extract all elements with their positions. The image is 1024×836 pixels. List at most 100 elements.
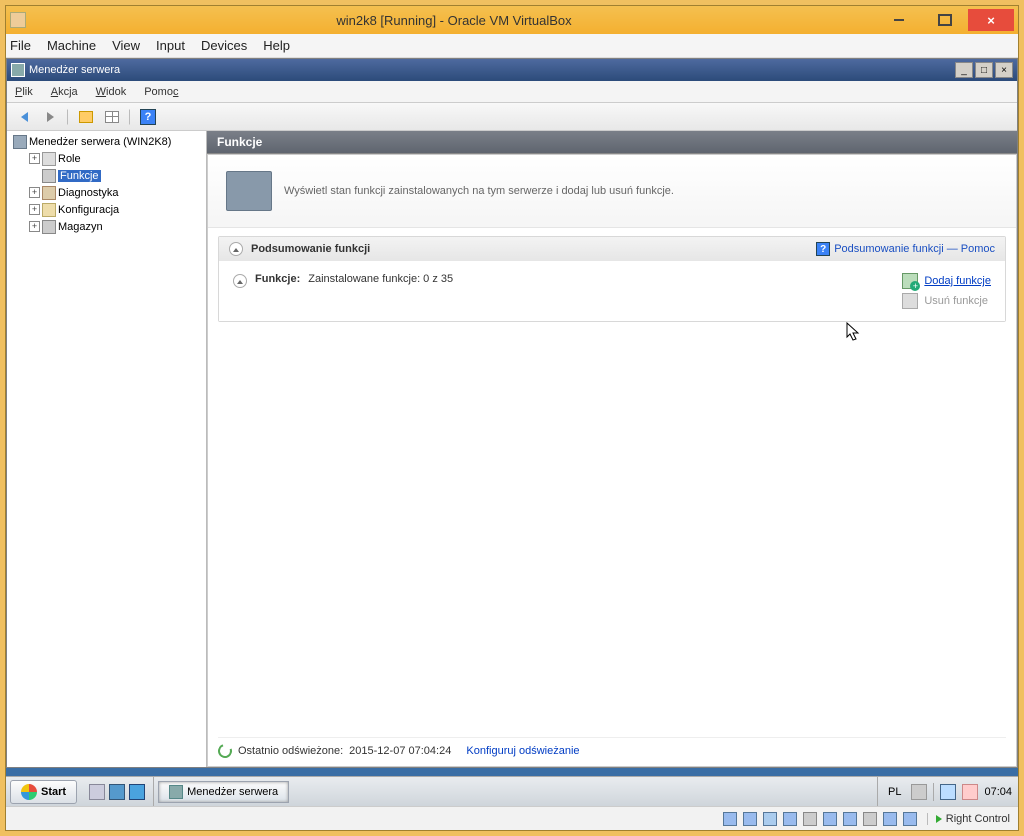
tray-icon[interactable] xyxy=(911,784,927,800)
sm-menu-file[interactable]: Plik xyxy=(15,86,33,98)
toolbar-separator xyxy=(129,109,131,125)
vb-optical-icon[interactable] xyxy=(743,812,757,826)
add-features-link[interactable]: Dodaj funkcje xyxy=(902,273,991,289)
help-icon: ? xyxy=(140,109,156,125)
menu-view[interactable]: View xyxy=(112,38,140,53)
chevron-up-icon[interactable] xyxy=(233,274,247,288)
tray-network-icon[interactable] xyxy=(940,784,956,800)
expand-icon[interactable]: + xyxy=(29,204,40,215)
menu-machine[interactable]: Machine xyxy=(47,38,96,53)
menu-help[interactable]: Help xyxy=(263,38,290,53)
refresh-prefix: Ostatnio odświeżone: xyxy=(238,745,343,757)
close-button[interactable]: × xyxy=(968,9,1014,31)
virtualbox-title: win2k8 [Running] - Oracle VM VirtualBox xyxy=(32,13,876,28)
sm-menu-view[interactable]: Widok xyxy=(96,86,127,98)
nav-forward-button[interactable] xyxy=(39,106,61,128)
vb-recording-icon[interactable] xyxy=(863,812,877,826)
menu-devices[interactable]: Devices xyxy=(201,38,247,53)
add-icon xyxy=(902,273,918,289)
toolbar-help-button[interactable]: ? xyxy=(137,106,159,128)
toolbar-up-button[interactable] xyxy=(75,106,97,128)
vb-usb-icon[interactable] xyxy=(803,812,817,826)
virtualbox-statusbar: Right Control xyxy=(6,806,1018,830)
server-manager-icon xyxy=(11,63,25,77)
server-manager-body: Menedżer serwera (WIN2K8) + Role + Funkc… xyxy=(7,131,1017,767)
features-icon xyxy=(42,169,56,183)
virtualbox-icon xyxy=(10,12,26,28)
tree-item-role[interactable]: + Role xyxy=(11,150,202,167)
sm-menu-action[interactable]: Akcja xyxy=(51,86,78,98)
server-manager-toolbar: ? xyxy=(7,103,1017,131)
tray-volume-icon[interactable] xyxy=(962,784,978,800)
system-tray: PL 07:04 xyxy=(877,777,1018,806)
maximize-button[interactable] xyxy=(922,9,968,31)
sm-minimize-button[interactable]: _ xyxy=(955,62,973,78)
menu-file[interactable]: File xyxy=(10,38,31,53)
tree-root[interactable]: Menedżer serwera (WIN2K8) xyxy=(11,133,202,150)
vb-mouse-icon[interactable] xyxy=(903,812,917,826)
expand-icon[interactable]: + xyxy=(29,221,40,232)
vb-hdd-icon[interactable] xyxy=(723,812,737,826)
configure-refresh-link[interactable]: Konfiguruj odświeżanie xyxy=(466,745,579,757)
features-count-row: Funkcje: Zainstalowane funkcje: 0 z 35 xyxy=(233,273,453,309)
server-icon xyxy=(13,135,27,149)
properties-icon xyxy=(105,111,119,123)
expand-icon[interactable]: + xyxy=(29,153,40,164)
arrow-right-icon xyxy=(47,112,54,122)
features-label: Funkcje: xyxy=(255,273,300,285)
expand-icon[interactable]: + xyxy=(29,187,40,198)
virtualbox-menubar: File Machine View Input Devices Help xyxy=(6,34,1018,58)
content-area: Funkcje Wyświetl stan funkcji zainstalow… xyxy=(207,131,1017,767)
taskbar-app-server-manager[interactable]: Menedżer serwera xyxy=(158,781,289,803)
virtualbox-titlebar[interactable]: win2k8 [Running] - Oracle VM VirtualBox … xyxy=(6,6,1018,34)
features-count-text: Zainstalowane funkcje: 0 z 35 xyxy=(308,273,453,285)
minimize-button[interactable] xyxy=(876,9,922,31)
tree-item-diagnostics[interactable]: + Diagnostyka xyxy=(11,184,202,201)
explorer-icon[interactable] xyxy=(109,784,125,800)
language-indicator[interactable]: PL xyxy=(884,786,905,798)
tree-item-storage[interactable]: + Magazyn xyxy=(11,218,202,235)
server-manager-title: Menedżer serwera xyxy=(29,64,120,76)
features-large-icon xyxy=(226,171,272,211)
refresh-status: Ostatnio odświeżone: 2015-12-07 07:04:24… xyxy=(218,737,1006,758)
server-manager-menubar: Plik Akcja Widok Pomoc xyxy=(7,81,1017,103)
virtualbox-window: win2k8 [Running] - Oracle VM VirtualBox … xyxy=(5,5,1019,831)
vb-display-icon[interactable] xyxy=(843,812,857,826)
start-button[interactable]: Start xyxy=(10,780,77,804)
server-manager-icon xyxy=(169,785,183,799)
sm-maximize-button[interactable]: □ xyxy=(975,62,993,78)
navigation-tree[interactable]: Menedżer serwera (WIN2K8) + Role + Funkc… xyxy=(7,131,207,767)
sm-close-button[interactable]: × xyxy=(995,62,1013,78)
content-header: Funkcje xyxy=(207,131,1017,154)
host-key-indicator[interactable]: Right Control xyxy=(927,813,1010,825)
vb-cpu-icon[interactable] xyxy=(883,812,897,826)
refresh-time: 2015-12-07 07:04:24 xyxy=(349,745,451,757)
summary-section-body: Funkcje: Zainstalowane funkcje: 0 z 35 D… xyxy=(219,261,1005,321)
show-desktop-icon[interactable] xyxy=(89,784,105,800)
vb-audio-icon[interactable] xyxy=(763,812,777,826)
summary-section: Podsumowanie funkcji ? Podsumowanie funk… xyxy=(218,236,1006,322)
storage-icon xyxy=(42,220,56,234)
server-manager-window: Menedżer serwera _ □ × Plik Akcja Widok … xyxy=(6,58,1018,768)
chevron-up-icon[interactable] xyxy=(229,242,243,256)
windows-logo-icon xyxy=(21,784,37,800)
configuration-icon xyxy=(42,203,56,217)
remove-features-link: Usuń funkcje xyxy=(902,293,991,309)
tree-item-features[interactable]: + Funkcje xyxy=(11,167,202,184)
quick-launch xyxy=(81,777,154,806)
menu-input[interactable]: Input xyxy=(156,38,185,53)
vb-network-icon[interactable] xyxy=(783,812,797,826)
guest-taskbar[interactable]: Start Menedżer serwera PL 07:04 xyxy=(6,776,1018,806)
summary-section-header[interactable]: Podsumowanie funkcji ? Podsumowanie funk… xyxy=(219,237,1005,261)
sm-menu-help[interactable]: Pomoc xyxy=(144,86,178,98)
nav-back-button[interactable] xyxy=(13,106,35,128)
tree-item-configuration[interactable]: + Konfiguracja xyxy=(11,201,202,218)
server-manager-titlebar[interactable]: Menedżer serwera _ □ × xyxy=(7,59,1017,81)
diagnostics-icon xyxy=(42,186,56,200)
content-pane: Wyświetl stan funkcji zainstalowanych na… xyxy=(207,154,1017,767)
summary-help-link[interactable]: ? Podsumowanie funkcji — Pomoc xyxy=(816,242,995,256)
clock[interactable]: 07:04 xyxy=(984,786,1012,798)
ie-icon[interactable] xyxy=(129,784,145,800)
vb-shared-folder-icon[interactable] xyxy=(823,812,837,826)
toolbar-properties-button[interactable] xyxy=(101,106,123,128)
